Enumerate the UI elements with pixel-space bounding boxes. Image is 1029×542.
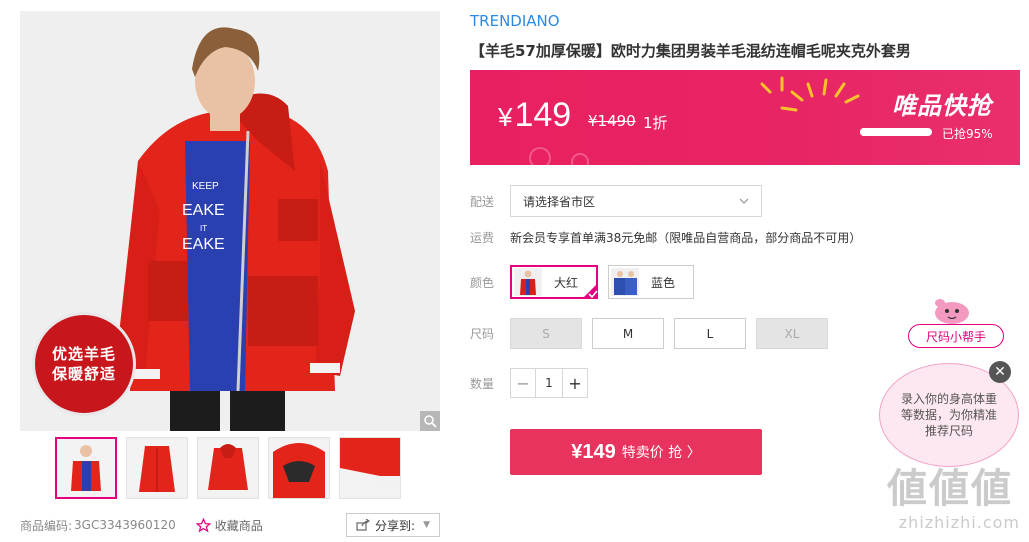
flash-sale-title: 唯品快抢 [892,92,992,120]
mascot-icon [935,299,969,324]
chevron-down-icon [739,198,749,204]
price-banner: ¥149 ¥1490 1折 唯品快抢 已抢95% [470,70,1020,165]
color-swatch-red [514,268,542,296]
badge-line-2: 保暖舒适 [51,365,116,383]
quantity-stepper: − 1 + [510,368,588,398]
color-option-red[interactable]: 大红 [510,265,599,299]
quantity-row: 数量 − 1 + [470,368,588,398]
chevron-down-icon: ▼ [423,520,430,530]
product-footer-row: 商品编码: 3GC3343960120 收藏商品 分享到: ▼ [20,513,440,537]
shipping-text: 新会员专享首单满38元免邮（限唯品自营商品，部分商品不可用） [510,231,862,245]
svg-text:KEEP: KEEP [192,181,219,192]
buy-button-label: 特卖价 抢 〉 [621,445,701,461]
currency-symbol: ¥ [498,102,513,132]
discount-label: 1折 [643,114,668,132]
delivery-label: 配送 [470,194,495,209]
product-title: 【羊毛57加厚保暖】欧时力集团男装羊毛混纺连帽毛呢夹克外套男 [470,42,911,60]
size-helper-button[interactable]: 尺码小帮手 [908,324,1004,348]
color-option-blue[interactable]: 蓝色 [608,265,695,299]
brand-link[interactable]: TRENDIANO [470,12,560,30]
favorite-button[interactable]: 收藏商品 [195,517,263,534]
size-label: 尺码 [470,327,495,341]
quantity-label: 数量 [470,376,495,391]
watermark-title: 値値値 [887,466,1013,512]
thumbnail-cuff-detail[interactable] [339,437,401,499]
svg-text:EAKE: EAKE [182,236,225,253]
size-row: 尺码 S M L XL [470,318,838,349]
current-price: ¥149 [498,96,571,135]
thumbnail-strip [55,437,401,499]
badge-line-1: 优选羊毛 [51,345,116,363]
region-select[interactable]: 请选择省市区 [510,185,762,217]
original-price: ¥1490 [588,112,636,130]
quantity-input[interactable]: 1 [535,369,563,397]
sold-progress-bar [860,128,932,136]
thumbnail-hood-detail[interactable] [268,437,330,499]
sold-progress-text: 已抢95% [942,127,993,141]
buy-button[interactable]: ¥149 特卖价 抢 〉 [510,429,762,475]
quantity-increment-button[interactable]: + [563,369,587,397]
magnifier-icon[interactable] [420,411,440,431]
share-icon [356,519,371,531]
quantity-decrement-button[interactable]: − [511,369,535,397]
selected-check-icon [582,283,599,299]
watermark-logo: 値値値 zhizhizhi.com [880,465,1020,537]
color-label: 颜色 [470,275,495,290]
current-price-value: 149 [514,96,572,134]
size-option-s[interactable]: S [510,318,582,349]
color-option-label: 蓝色 [651,275,676,290]
svg-text:IT: IT [200,224,207,233]
close-icon[interactable]: ✕ [989,361,1011,383]
thumbnail-jacket-front[interactable] [126,437,188,499]
delivery-row: 配送 请选择省市区 [470,185,762,217]
shipping-row: 运费 新会员专享首单满38元免邮（限唯品自营商品，部分商品不可用） [470,229,861,246]
share-button[interactable]: 分享到: ▼ [346,513,440,537]
thumbnail-model-front[interactable] [55,437,117,499]
sku-label: 商品编码: [20,518,73,533]
svg-text:EAKE: EAKE [182,202,225,219]
size-option-xl[interactable]: XL [756,318,828,349]
sold-progress-fill [860,128,929,136]
watermark-domain: zhizhizhi.com [898,513,1020,532]
share-label: 分享到: [375,518,416,533]
size-option-m[interactable]: M [592,318,664,349]
size-option-l[interactable]: L [674,318,746,349]
promo-badge: 优选羊毛 保暖舒适 [32,312,136,416]
region-select-value: 请选择省市区 [523,194,596,209]
product-main-image[interactable]: KEEP EAKE IT EAKE 优选羊毛 保暖舒适 [20,11,440,431]
thumbnail-jacket-back[interactable] [197,437,259,499]
color-swatch-blue [611,268,640,296]
shipping-label: 运费 [470,231,495,245]
favorite-label: 收藏商品 [214,518,263,533]
color-row: 颜色 大红 蓝色 [470,265,704,299]
sku-code: 3GC3343960120 [74,518,176,532]
buy-button-price: ¥149 [571,440,616,463]
star-icon [195,517,211,533]
